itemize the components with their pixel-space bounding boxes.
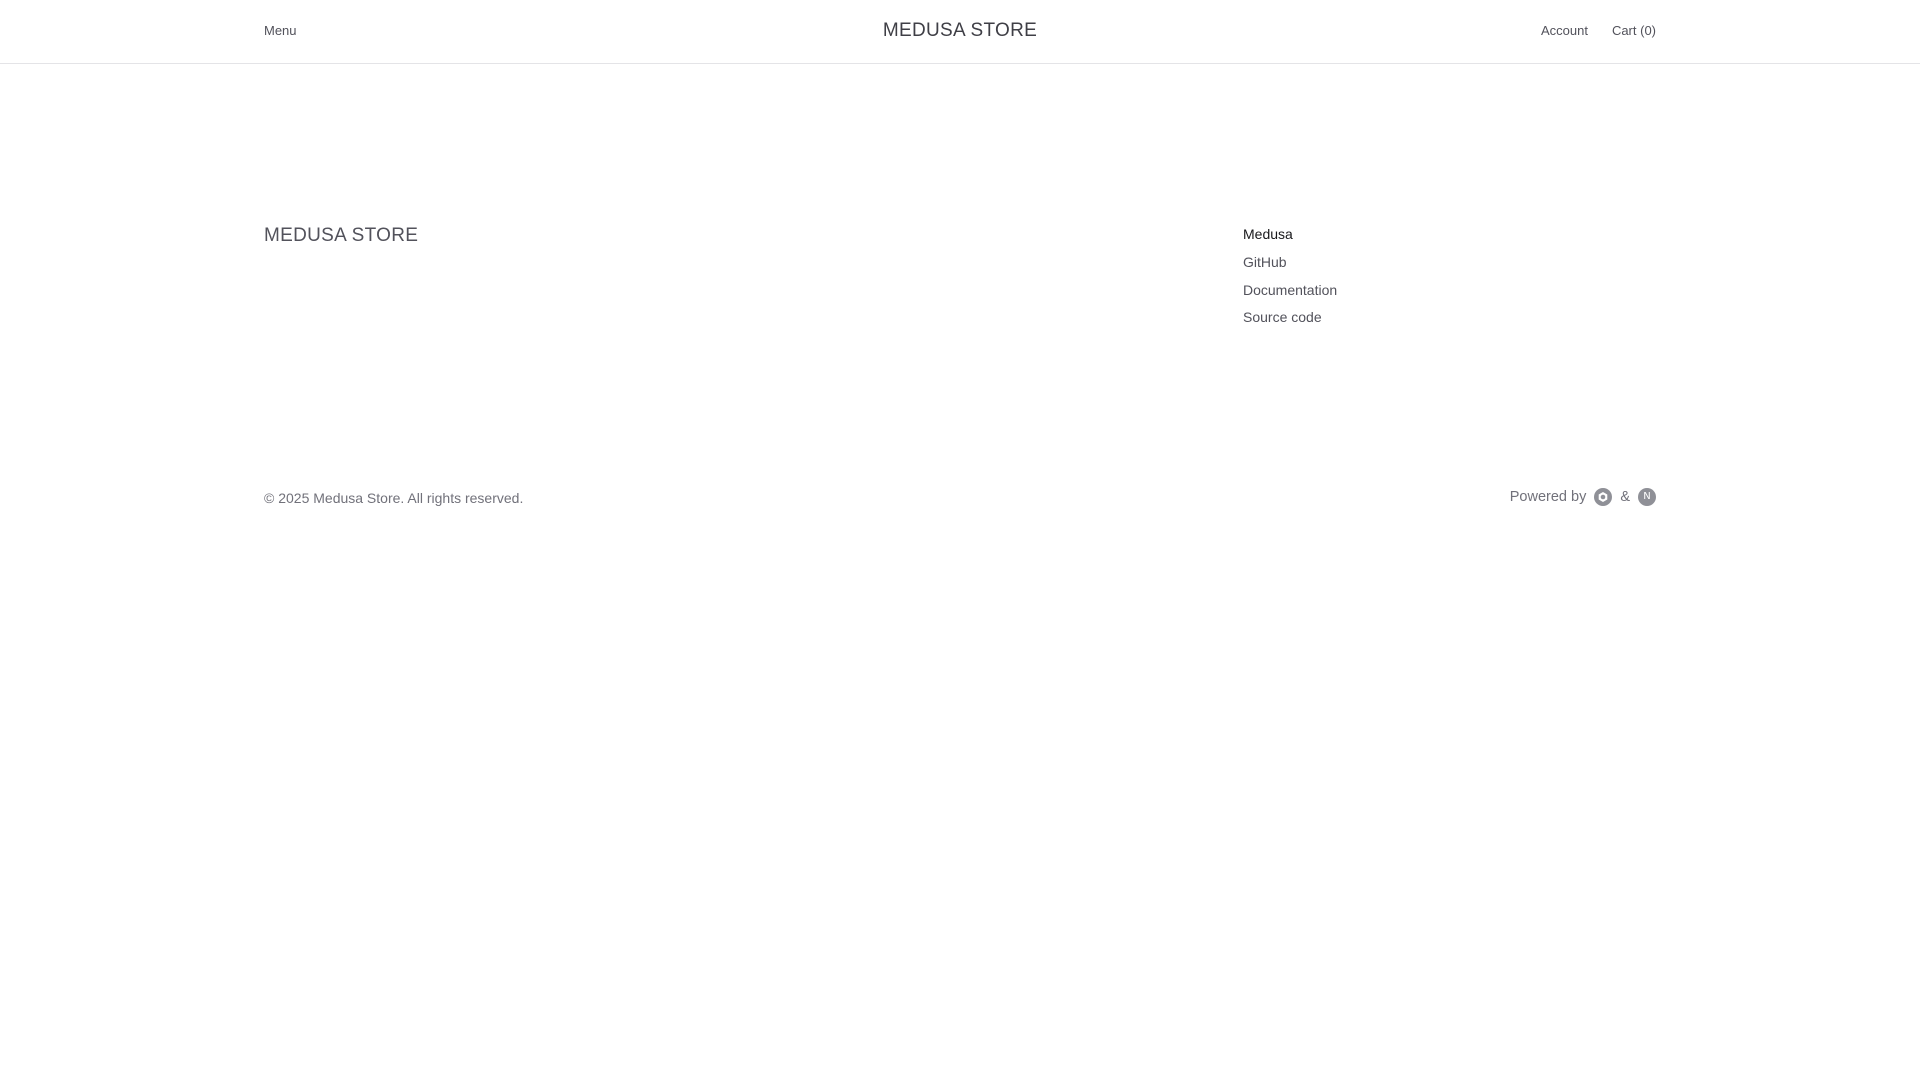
cart-link[interactable]: Cart (0) [1612,23,1656,38]
powered-by: Powered by & N [1510,488,1656,506]
footer-links-heading: Medusa [1243,226,1293,242]
footer-link-documentation[interactable]: Documentation [1243,282,1337,298]
footer-links-list: GitHub Documentation Source code [1243,254,1337,325]
menu-button[interactable]: Menu [264,23,297,38]
nextjs-logo-icon[interactable]: N [1638,488,1656,506]
nextjs-logo-letter: N [1643,491,1651,502]
copyright-text: © 2025 Medusa Store. All rights reserved… [264,490,524,506]
medusa-logo-icon[interactable] [1594,488,1613,506]
medusa-logo-shape [1599,492,1608,502]
store-title-link[interactable]: MEDUSA STORE [883,20,1037,41]
right-nav: Account Cart (0) [1541,23,1656,38]
powered-by-label: Powered by [1509,489,1587,505]
footer-brand-link[interactable]: MEDUSA STORE [264,225,418,247]
footer-links-section: Medusa GitHub Documentation Source code [1243,226,1337,337]
powered-by-separator: & [1620,489,1630,505]
top-nav-bar: Menu MEDUSA STORE Account Cart (0) [0,0,1920,64]
account-link[interactable]: Account [1541,23,1588,38]
footer-link-source-code[interactable]: Source code [1243,309,1337,325]
footer-link-github[interactable]: GitHub [1243,254,1337,270]
